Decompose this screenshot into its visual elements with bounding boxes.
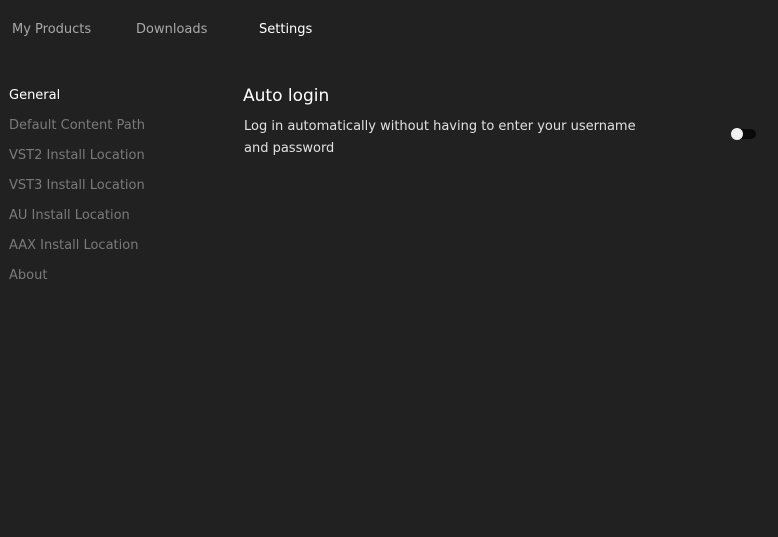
tab-settings[interactable]: Settings — [259, 22, 312, 37]
toggle-knob — [731, 128, 743, 140]
sidebar-item-aax[interactable]: AAX Install Location — [9, 238, 138, 253]
sidebar-item-au[interactable]: AU Install Location — [9, 208, 130, 223]
sidebar-item-about[interactable]: About — [9, 268, 47, 283]
auto-login-toggle[interactable] — [731, 128, 756, 140]
sidebar-item-vst2[interactable]: VST2 Install Location — [9, 148, 145, 163]
setting-description: Log in automatically without having to e… — [244, 119, 636, 156]
sidebar-item-general[interactable]: General — [9, 88, 60, 103]
setting-title: Auto login — [243, 86, 330, 106]
sidebar-item-default-content-path[interactable]: Default Content Path — [9, 118, 145, 133]
tab-downloads[interactable]: Downloads — [136, 22, 207, 37]
sidebar-item-vst3[interactable]: VST3 Install Location — [9, 178, 145, 193]
tab-my-products[interactable]: My Products — [12, 22, 91, 37]
